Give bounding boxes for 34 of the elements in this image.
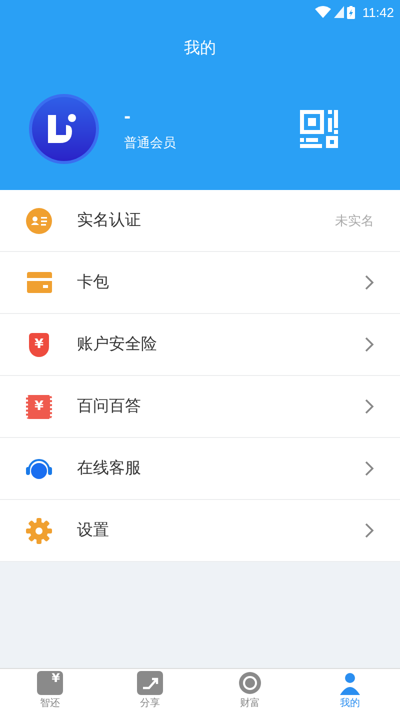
wifi-icon: [315, 6, 332, 18]
menu-item[interactable]: 卡包: [0, 252, 400, 314]
id-card-icon: [26, 208, 52, 234]
shield-yen-icon: ¥: [29, 332, 49, 356]
menu-item[interactable]: 在线客服: [0, 438, 400, 500]
menu-item[interactable]: ¥ 账户安全险: [0, 314, 400, 376]
headset-icon: [26, 458, 52, 480]
tab[interactable]: 分享: [100, 669, 200, 712]
status-value: 未实名: [335, 212, 374, 230]
chevron-icon: [365, 399, 374, 414]
tab[interactable]: 财富: [200, 669, 300, 712]
chevron-icon: [365, 275, 374, 290]
card-icon: [26, 272, 52, 293]
menu-item[interactable]: ¥ 百问百答: [0, 376, 400, 438]
status-time: 11:42: [362, 4, 394, 20]
battery-icon: [347, 6, 356, 18]
ticket-yen-icon: ¥: [26, 394, 52, 418]
user-name: -: [124, 106, 132, 126]
signal-icon: [334, 6, 344, 18]
menu-item[interactable]: 实名认证 未实名: [0, 190, 400, 252]
member-level: 普通会员: [124, 134, 177, 152]
coin-icon: [238, 671, 262, 695]
page-title: 我的: [183, 38, 217, 59]
chevron-icon: [365, 337, 374, 352]
return-yen-icon: ¥: [37, 671, 63, 695]
avatar-logo-icon[interactable]: [28, 93, 100, 165]
gear-icon: [26, 518, 52, 544]
tab[interactable]: ¥ 智还: [0, 669, 100, 712]
qr-code-icon[interactable]: [300, 110, 338, 148]
chevron-icon: [365, 523, 374, 538]
share-icon: [137, 671, 163, 695]
person-icon: [338, 671, 362, 695]
menu-item[interactable]: 设置: [0, 500, 400, 562]
chevron-icon: [365, 461, 374, 476]
